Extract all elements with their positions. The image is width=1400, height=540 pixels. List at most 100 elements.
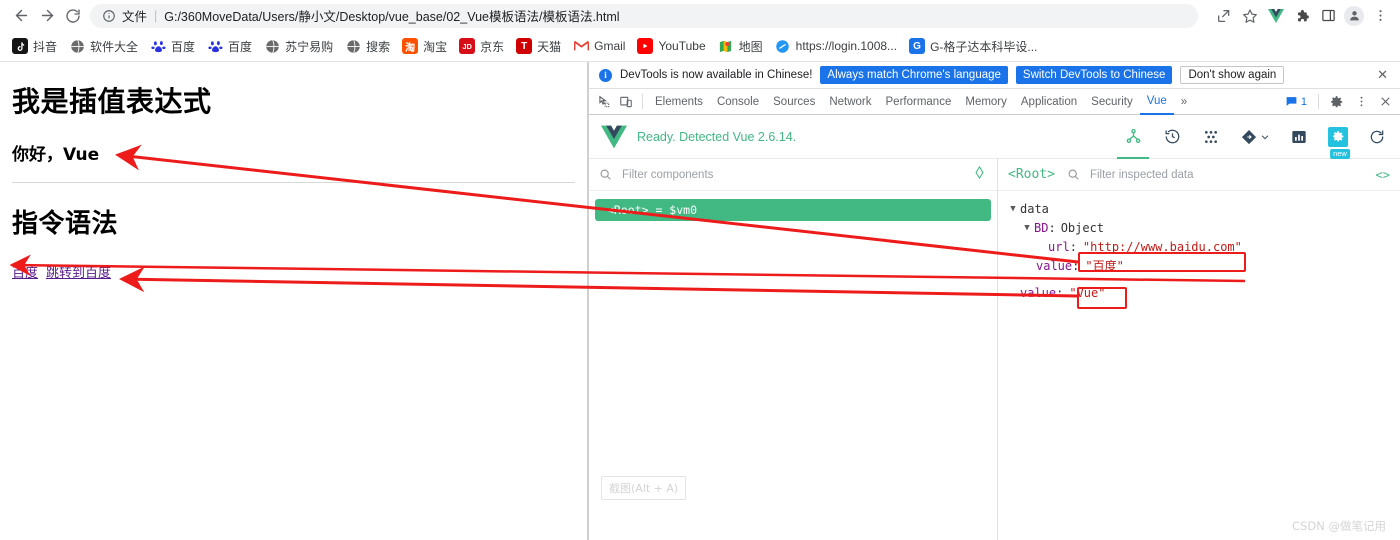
url-separator: | [154, 8, 158, 23]
bookmark-item[interactable]: 抖音 [6, 35, 63, 58]
baidu-link-1[interactable]: 百度 [12, 262, 38, 281]
caret-icon[interactable]: ▼ [1006, 204, 1020, 214]
profile-icon[interactable] [1342, 4, 1366, 28]
refresh-icon[interactable] [1366, 124, 1388, 150]
bookmark-item[interactable]: T 天猫 [510, 35, 567, 58]
tree-node[interactable]: value : "百度" [998, 256, 1400, 275]
node-sep: : [1056, 285, 1064, 300]
taobao-icon: 淘 [402, 38, 419, 54]
switch-to-chinese-button[interactable]: Switch DevTools to Chinese [1015, 66, 1173, 84]
inspector-filter-input[interactable] [1087, 167, 1368, 182]
tab-elements[interactable]: Elements [648, 89, 710, 115]
always-match-language-button[interactable]: Always match Chrome's language [820, 66, 1008, 84]
bookmark-item[interactable]: 淘淘宝 [396, 35, 453, 58]
more-menu-icon[interactable] [1368, 4, 1392, 28]
avatar [1344, 5, 1364, 26]
bookmark-item[interactable]: https://login.1008... [769, 35, 903, 57]
notice-text: DevTools is now available in Chinese! [620, 69, 813, 81]
message-count: 1 [1300, 95, 1307, 108]
tree-node[interactable]: url : "http://www.baidu.com" [998, 237, 1400, 256]
tab-overflow-button[interactable]: » [1174, 89, 1194, 115]
baidu-icon [150, 38, 166, 54]
angle-brackets-icon[interactable]: <> [1376, 168, 1390, 182]
messages-icon[interactable]: 1 [1281, 95, 1311, 108]
settings-icon[interactable]: new [1327, 124, 1350, 159]
node-key: BD [1034, 220, 1049, 235]
tab-application[interactable]: Application [1014, 89, 1084, 115]
page-heading-1: 我是插值表达式 [12, 85, 212, 118]
tab-performance[interactable]: Performance [879, 89, 959, 115]
dont-show-again-button[interactable]: Don't show again [1180, 66, 1285, 84]
tab-vue[interactable]: Vue [1139, 89, 1174, 115]
more-options-icon[interactable] [1350, 91, 1372, 113]
info-icon: i [599, 68, 612, 82]
douyin-icon [12, 38, 28, 54]
performance-icon[interactable] [1288, 124, 1310, 150]
share-icon[interactable] [1212, 4, 1236, 28]
maps-icon [718, 38, 734, 54]
browser-toolbar: 文件 | G:/360MoveData/Users/静小文/Desktop/vu… [0, 0, 1400, 31]
bookmark-item[interactable]: 软件大全 [63, 35, 144, 58]
screenshot-button[interactable]: 截图(Alt + A) [601, 476, 687, 500]
component-tree-pane: <Root> = $vm0 截图(Alt + A) [589, 159, 998, 540]
vue-extension-icon[interactable] [1264, 4, 1288, 28]
tree-node[interactable]: value : "Vue" [998, 283, 1400, 302]
bookmark-item[interactable]: 百度 [201, 35, 258, 58]
globe-icon [69, 38, 85, 54]
bookmark-label: 地图 [738, 39, 763, 54]
search-icon [599, 168, 612, 181]
component-tree-row-root[interactable]: <Root> = $vm0 [595, 199, 991, 221]
watermark: CSDN @做笔记用 [1292, 519, 1386, 533]
forward-button[interactable] [34, 3, 60, 29]
component-tree-icon[interactable] [1117, 124, 1149, 159]
close-icon[interactable]: ✕ [1377, 67, 1390, 83]
star-icon[interactable] [1238, 4, 1262, 28]
page-heading-2: 指令语法 [12, 209, 119, 239]
g-icon: G [909, 38, 926, 54]
page-paragraph: 你好，Vue [12, 145, 100, 165]
bookmark-label: 软件大全 [90, 39, 139, 54]
vuex-icon[interactable] [1200, 124, 1222, 150]
tree-node[interactable]: ▼ data [998, 199, 1400, 218]
caret-icon[interactable]: ▼ [1020, 223, 1034, 233]
address-bar[interactable]: 文件 | G:/360MoveData/Users/静小文/Desktop/vu… [90, 3, 1198, 28]
inspected-data-tree: ▼ data ▼ BD : Object url : "http://www.b… [998, 191, 1400, 302]
timeline-history-icon[interactable] [1161, 124, 1183, 150]
bookmark-item[interactable]: 地图 [712, 35, 769, 58]
back-button[interactable] [8, 3, 34, 29]
sidepanel-icon[interactable] [1316, 4, 1340, 28]
bookmark-label: 京东 [480, 39, 505, 54]
routes-icon[interactable] [1239, 124, 1271, 150]
url-text[interactable]: G:/360MoveData/Users/静小文/Desktop/vue_bas… [164, 6, 619, 25]
info-circle-icon[interactable] [102, 9, 116, 23]
bookmark-item[interactable]: Gmail [567, 35, 631, 57]
tab-console[interactable]: Console [710, 89, 766, 115]
bookmark-item[interactable]: JD 京东 [453, 35, 510, 58]
vue-logo-icon [601, 125, 627, 149]
bookmark-label: Gmail [594, 39, 626, 53]
device-toolbar-icon[interactable] [615, 91, 637, 113]
tab-separator [642, 94, 643, 109]
bookmark-item[interactable]: 苏宁易购 [258, 35, 339, 58]
chevron-down-icon [1261, 134, 1268, 139]
puzzle-extension-icon[interactable] [1290, 4, 1314, 28]
bookmark-label: YouTube [658, 39, 706, 53]
tab-sources[interactable]: Sources [766, 89, 822, 115]
tab-security[interactable]: Security [1084, 89, 1140, 115]
target-icon[interactable] [972, 165, 987, 185]
baidu-link-2[interactable]: 跳转到百度 [46, 262, 111, 281]
bookmark-item[interactable]: G G-格子达本科毕设... [903, 35, 1043, 58]
tab-memory[interactable]: Memory [958, 89, 1014, 115]
tab-network[interactable]: Network [822, 89, 878, 115]
tree-node[interactable]: ▼ BD : Object [998, 218, 1400, 237]
reload-button[interactable] [60, 3, 86, 29]
component-filter-input[interactable] [620, 167, 964, 182]
bookmark-item[interactable]: YouTube [631, 35, 711, 57]
search-icon [1067, 168, 1080, 181]
settings-gear-icon[interactable] [1326, 91, 1348, 113]
bookmark-item[interactable]: 搜索 [339, 35, 396, 58]
close-devtools-icon[interactable] [1374, 91, 1396, 113]
inspect-element-icon[interactable] [593, 91, 615, 113]
bookmark-item[interactable]: 百度 [144, 35, 201, 58]
web-page-content: 我是插值表达式 你好，Vue 指令语法 百度 跳转到百度 [0, 62, 588, 540]
